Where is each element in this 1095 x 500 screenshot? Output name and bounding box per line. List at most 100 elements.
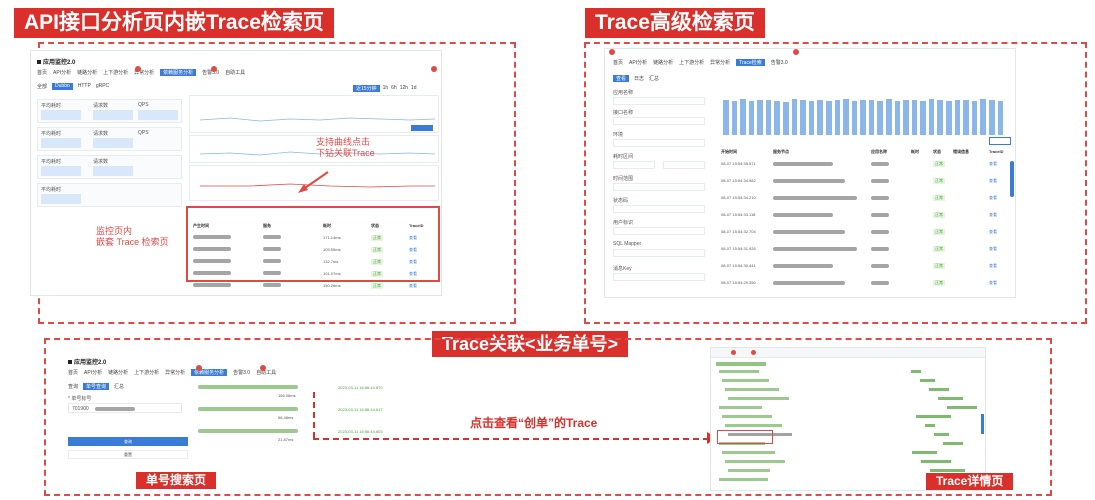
export-button[interactable] <box>989 137 1011 145</box>
filter-input-max[interactable] <box>663 161 705 169</box>
tab-summary[interactable]: 汇总 <box>114 383 124 390</box>
bar[interactable] <box>723 100 729 135</box>
bar[interactable] <box>997 101 1004 135</box>
bar[interactable] <box>783 102 789 135</box>
root-span[interactable] <box>716 362 766 366</box>
bar[interactable] <box>928 99 935 135</box>
view-link[interactable]: 查看 <box>989 195 997 201</box>
bar[interactable] <box>740 99 746 135</box>
bar[interactable] <box>800 100 806 135</box>
tab-dubbo[interactable]: Dubbo <box>52 83 73 90</box>
view-link[interactable]: 查看 <box>989 229 997 235</box>
bar[interactable] <box>825 101 832 135</box>
span-row[interactable] <box>722 415 772 418</box>
view-link[interactable]: 查看 <box>989 212 997 218</box>
bar[interactable] <box>851 101 858 135</box>
bar[interactable] <box>817 100 823 135</box>
scrollbar[interactable] <box>1010 161 1014 197</box>
bar[interactable] <box>757 100 763 135</box>
scrollbar[interactable] <box>981 414 984 434</box>
nav-item-active[interactable]: Trace检索 <box>736 59 765 66</box>
nav-item[interactable]: API分析 <box>84 369 102 376</box>
metric-card[interactable]: 平均耗时 <box>37 183 182 207</box>
filter-input[interactable] <box>613 183 705 191</box>
view-link[interactable]: 查看 <box>989 178 997 184</box>
view-link[interactable]: 查看 <box>989 280 997 286</box>
tab-http[interactable]: HTTP <box>78 83 91 90</box>
reset-button[interactable]: 重置 <box>68 450 188 459</box>
bar[interactable] <box>988 100 995 135</box>
span-row[interactable] <box>725 388 779 391</box>
tab-all[interactable]: 全部 <box>37 83 47 90</box>
metric-card[interactable]: 平均耗时 请求数 QPS <box>37 99 182 123</box>
bar[interactable] <box>748 101 755 135</box>
bar[interactable] <box>808 101 815 135</box>
filter-input[interactable] <box>613 249 705 257</box>
bar[interactable] <box>834 100 841 135</box>
nav-item[interactable]: 上下游分析 <box>103 69 128 76</box>
span-row[interactable] <box>719 370 759 373</box>
filter-input[interactable] <box>613 139 705 147</box>
filter-input[interactable] <box>613 205 705 213</box>
span-row[interactable] <box>728 397 789 400</box>
nav-item[interactable]: 异常分析 <box>710 59 730 66</box>
span-row[interactable] <box>728 469 770 472</box>
bar[interactable] <box>860 100 866 135</box>
tab-summary[interactable]: 汇总 <box>649 75 659 82</box>
search-button[interactable]: 查询 <box>68 437 188 446</box>
nav-item[interactable]: 首页 <box>37 69 47 76</box>
time-button[interactable]: 6h <box>391 85 397 92</box>
nav-item[interactable]: 首页 <box>613 59 623 66</box>
bar[interactable] <box>946 101 952 135</box>
time-button[interactable]: 1d <box>411 85 417 92</box>
bar[interactable] <box>843 99 849 135</box>
metric-card[interactable]: 平均耗时 请求数 QPS <box>37 127 182 151</box>
nav-item[interactable]: 自助工具 <box>225 69 245 76</box>
nav-item[interactable]: API分析 <box>629 59 647 66</box>
nav-item-active[interactable]: 依赖服务分析 <box>160 69 197 76</box>
bar[interactable] <box>937 100 944 135</box>
bar[interactable] <box>903 100 909 135</box>
view-link[interactable]: 查看 <box>989 246 997 252</box>
time-button[interactable]: 近15分钟 <box>353 85 380 92</box>
span-row[interactable] <box>719 406 762 409</box>
filter-input[interactable] <box>613 97 705 105</box>
tab-id-query[interactable]: 单号查询 <box>83 383 110 390</box>
filter-input-min[interactable] <box>613 161 655 169</box>
metric-card[interactable]: 平均耗时 请求数 <box>37 155 182 179</box>
nav-item[interactable]: 首页 <box>68 369 78 376</box>
nav-item[interactable]: 上下游分析 <box>679 59 704 66</box>
id-input[interactable]: 701900 <box>68 403 182 413</box>
bar[interactable] <box>731 101 738 135</box>
bar[interactable] <box>954 100 961 135</box>
tab-log[interactable]: 日志 <box>634 75 644 82</box>
nav-item[interactable]: 链路分析 <box>108 369 128 376</box>
tab-query[interactable]: 查询 <box>68 383 78 390</box>
bar[interactable] <box>885 99 892 135</box>
view-link[interactable]: 查看 <box>989 161 997 167</box>
bar[interactable] <box>877 101 883 135</box>
nav-item[interactable]: 异常分析 <box>165 369 185 376</box>
filter-input[interactable] <box>613 273 705 281</box>
nav-item[interactable]: API分析 <box>53 69 71 76</box>
bar[interactable] <box>963 100 969 135</box>
bar[interactable] <box>920 101 926 135</box>
tab-grpc[interactable]: gRPC <box>96 83 109 90</box>
filter-input[interactable] <box>613 227 705 235</box>
qps-chart[interactable] <box>189 95 439 133</box>
bar[interactable] <box>980 99 986 135</box>
span-row[interactable] <box>719 478 768 481</box>
bar[interactable] <box>894 101 901 135</box>
bar[interactable] <box>774 101 781 135</box>
trace-count-bar-chart[interactable] <box>723 91 1004 135</box>
filter-input[interactable] <box>613 117 705 125</box>
nav-item[interactable]: 链路分析 <box>653 59 673 66</box>
bar[interactable] <box>791 99 798 135</box>
span-row[interactable] <box>725 460 785 463</box>
view-link[interactable]: 查看 <box>989 263 997 269</box>
latency-chart[interactable] <box>189 135 439 163</box>
nav-item[interactable]: 告警3.0 <box>771 59 788 66</box>
time-button[interactable]: 1h <box>383 85 389 92</box>
bar[interactable] <box>765 100 772 135</box>
time-button[interactable]: 12h <box>400 85 408 92</box>
